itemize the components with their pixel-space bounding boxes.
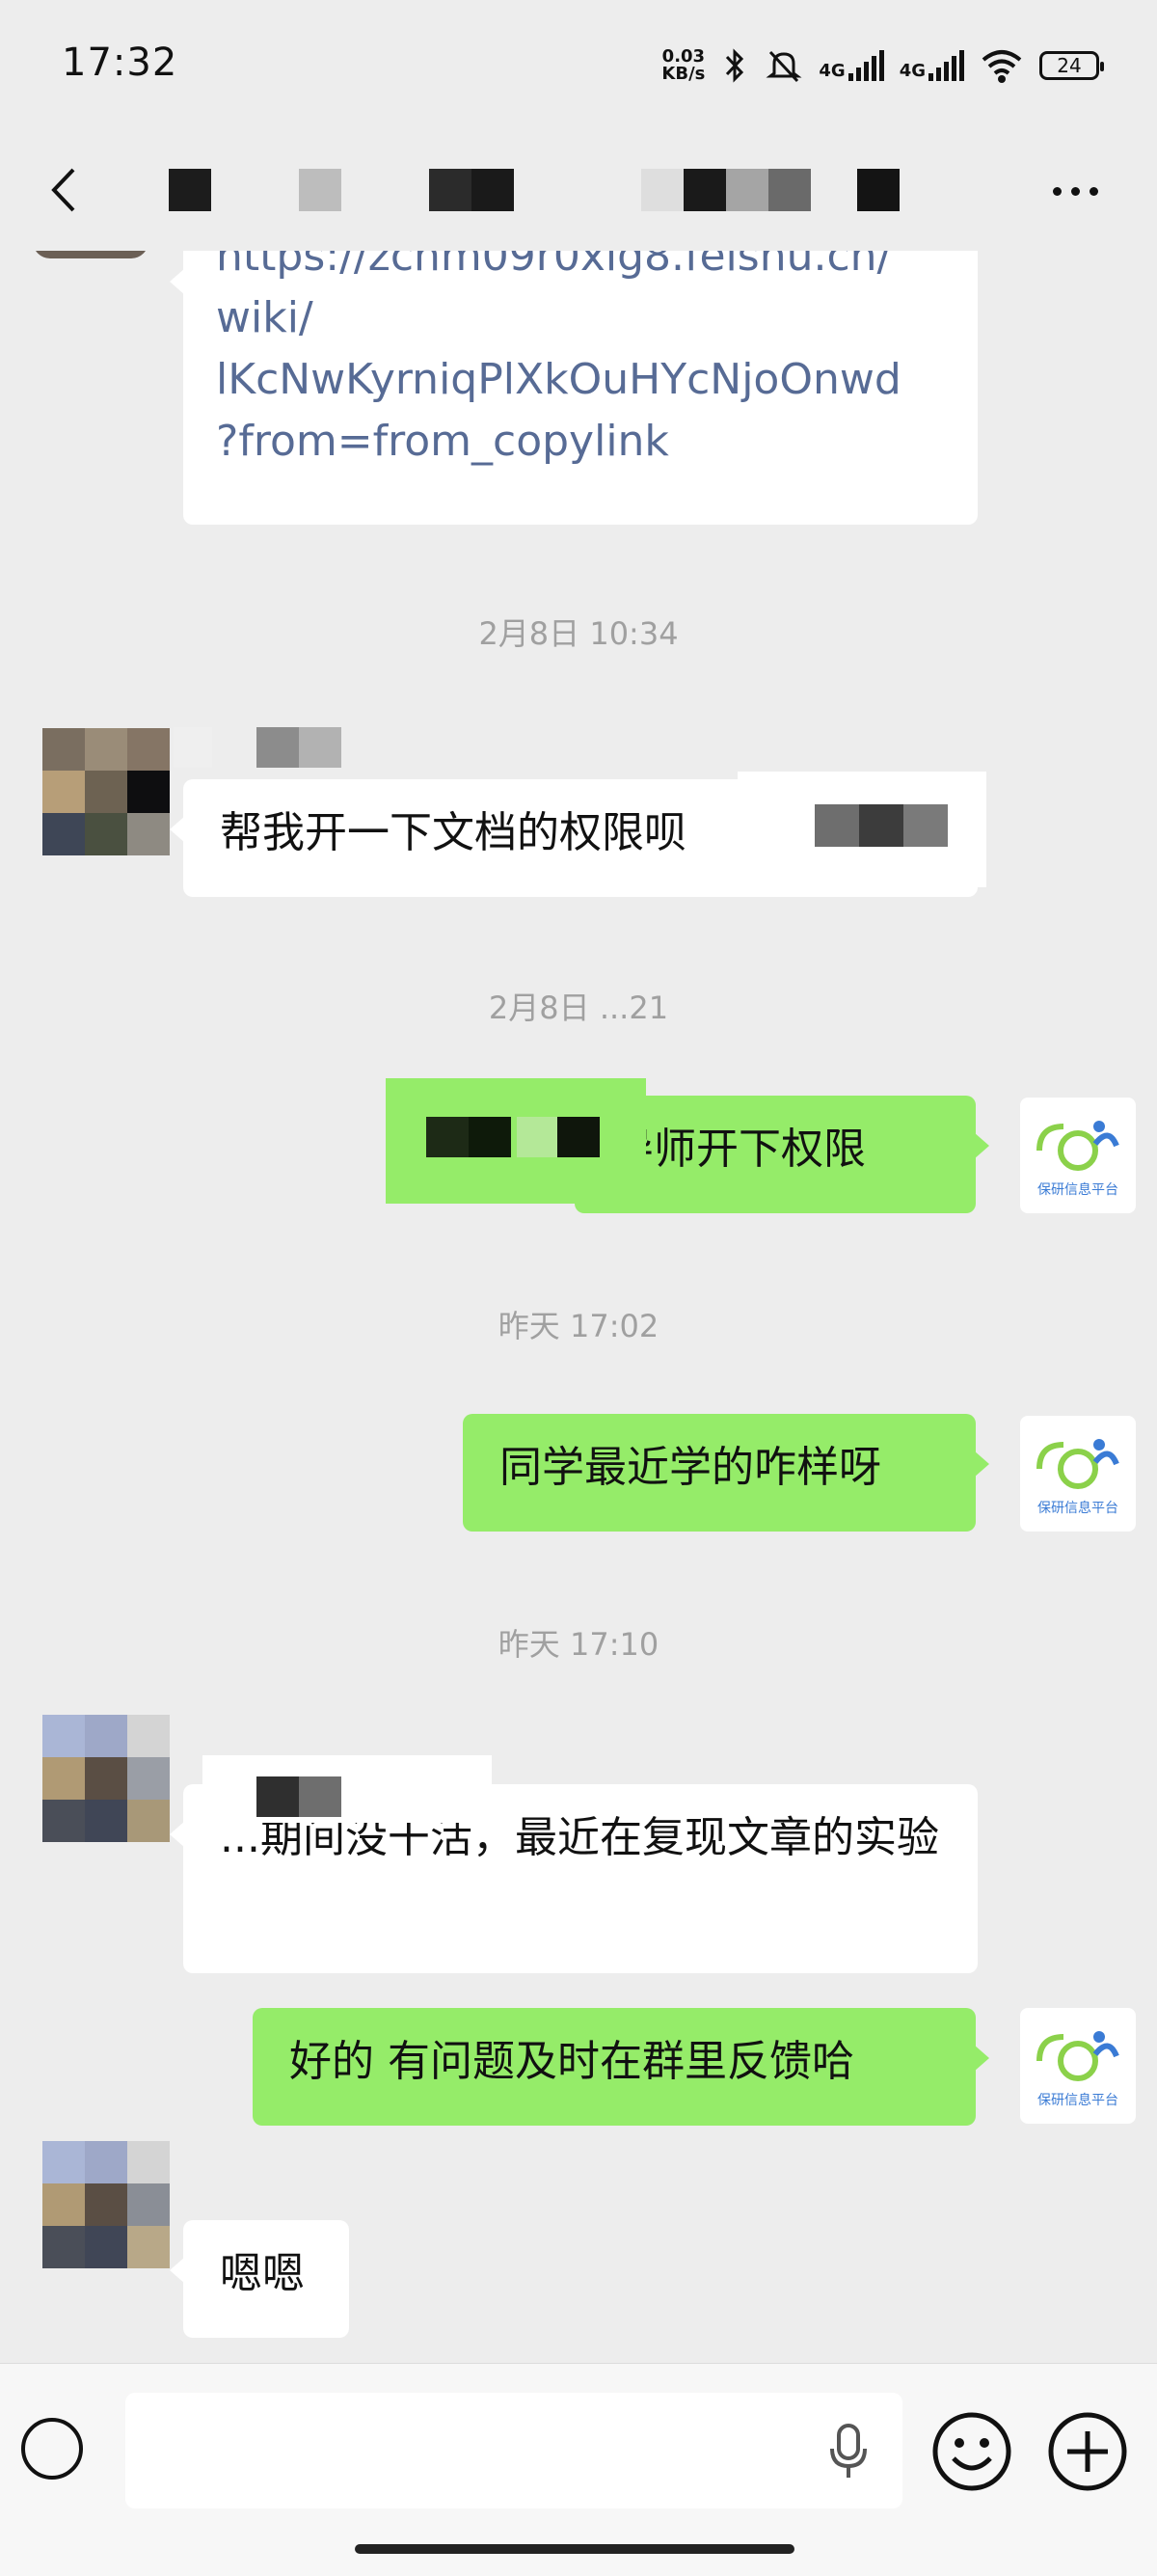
logo-text: 保研信息平台	[1037, 2092, 1118, 2108]
cell-signal-1: 4G	[819, 50, 884, 81]
logo-text: 保研信息平台	[1037, 1181, 1118, 1198]
logo-icon: 保研信息平台	[1036, 2031, 1119, 2108]
wifi-icon	[982, 50, 1022, 83]
link-line-2: wiki/	[216, 293, 313, 342]
message-bubble-out[interactable]: 同学最近学的咋样呀	[463, 1414, 989, 1532]
redacted-patch	[738, 772, 986, 887]
message-link[interactable]: https://zchm09r0xlg8.feishu.cn/ wiki/ lK…	[216, 251, 901, 473]
net-speed: 0.03 KB/s	[661, 48, 705, 83]
chat-header	[0, 135, 1157, 251]
status-time: 17:32	[62, 41, 178, 85]
link-line-1: https://zchm09r0xlg8.feishu.cn/	[216, 251, 892, 281]
timestamp: 昨天 17:10	[498, 1626, 659, 1663]
message-text: 同学最近学的咋样呀	[499, 1443, 881, 1492]
status-icons: 0.03 KB/s 4G 4G 24	[661, 42, 1104, 89]
link-line-4: ?from=from_copylink	[216, 417, 669, 466]
voice-mode-icon[interactable]	[21, 2418, 83, 2480]
emoji-icon[interactable]	[930, 2410, 1013, 2493]
logo-icon: 保研信息平台	[1036, 1439, 1119, 1516]
status-bar: 17:32 0.03 KB/s 4G 4G 24	[0, 0, 1157, 135]
back-arrow-icon[interactable]	[39, 156, 96, 224]
timestamp: 2月8日 10:34	[478, 615, 679, 652]
message-text: 导师开下权限	[611, 1125, 866, 1174]
mute-icon	[766, 50, 802, 83]
self-avatar[interactable]: 保研信息平台	[1020, 1098, 1136, 1213]
net-speed-unit: KB/s	[661, 64, 706, 84]
signal-label-2: 4G	[899, 61, 926, 81]
home-indicator[interactable]	[355, 2544, 794, 2554]
link-line-3: lKcNwKyrniqPlXkOuHYcNjoOnwd	[216, 355, 901, 404]
redacted-patch	[386, 1078, 646, 1204]
redacted-patch	[202, 1755, 492, 1823]
message-text: 嗯嗯	[220, 2249, 305, 2298]
self-avatar[interactable]: 保研信息平台	[1020, 1416, 1136, 1532]
timestamp: 昨天 17:02	[498, 1308, 659, 1344]
message-text: 好的 有问题及时在群里反馈哈	[289, 2037, 854, 2086]
chat-messages: https://zchm09r0xlg8.feishu.cn/ wiki/ lK…	[0, 251, 1157, 2363]
sender-avatar[interactable]	[42, 728, 170, 855]
logo-icon: 保研信息平台	[1036, 1121, 1119, 1198]
self-avatar[interactable]: 保研信息平台	[1020, 2008, 1136, 2124]
signal-label-1: 4G	[819, 61, 846, 81]
logo-text: 保研信息平台	[1037, 1500, 1118, 1516]
message-input[interactable]	[125, 2393, 902, 2508]
sender-avatar-partial	[33, 251, 148, 258]
battery-icon: 24	[1039, 51, 1104, 80]
more-icon[interactable]	[1041, 162, 1109, 220]
message-text: 帮我开一下文档的权限呗	[220, 808, 686, 857]
battery-level: 24	[1057, 54, 1082, 77]
message-bubble-in[interactable]: 嗯嗯	[170, 2220, 349, 2338]
microphone-icon[interactable]	[824, 2420, 873, 2481]
cell-signal-2: 4G	[900, 50, 964, 81]
message-bubble-out[interactable]: 好的 有问题及时在群里反馈哈	[253, 2008, 989, 2126]
message-link-bubble[interactable]: https://zchm09r0xlg8.feishu.cn/ wiki/ lK…	[170, 251, 978, 525]
timestamp: 2月8日 ...21	[488, 990, 669, 1026]
sender-avatar[interactable]	[42, 2141, 170, 2268]
sender-avatar[interactable]	[42, 1715, 170, 1842]
bluetooth-icon	[726, 48, 744, 83]
plus-icon[interactable]	[1046, 2410, 1129, 2493]
